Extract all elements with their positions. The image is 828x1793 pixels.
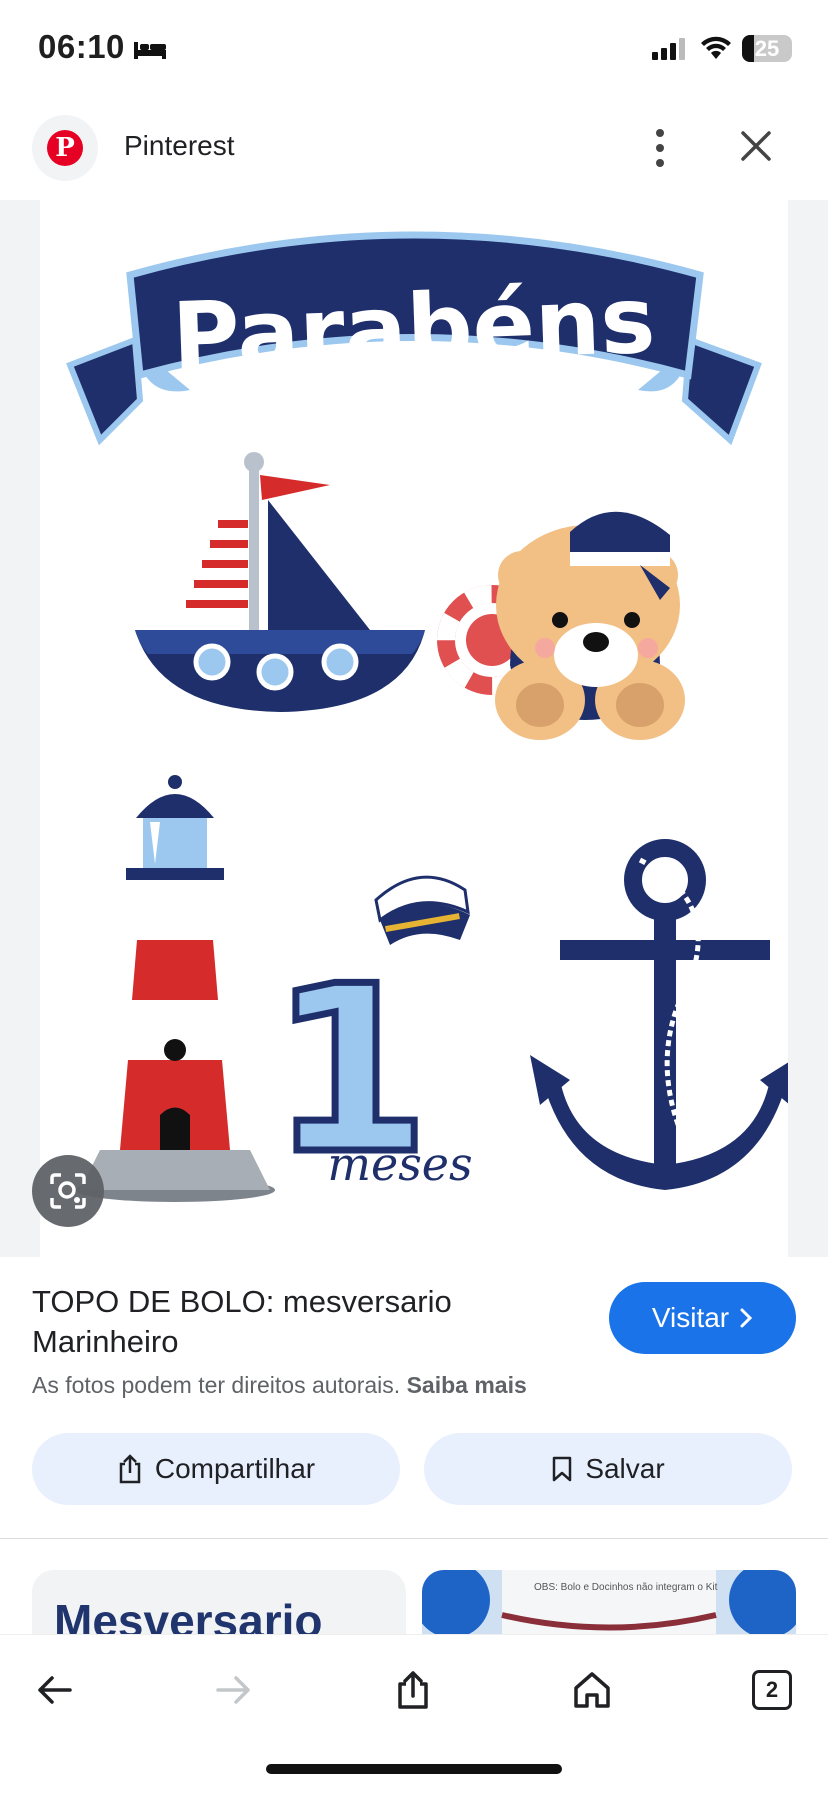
save-label: Salvar — [585, 1453, 665, 1484]
banner-text: Parabéns — [170, 267, 656, 391]
save-button[interactable]: Salvar — [424, 1433, 792, 1505]
sailor-bear — [437, 511, 685, 740]
sleep-focus-icon — [134, 42, 166, 59]
share-icon — [398, 1671, 428, 1709]
status-time: 06:10 — [38, 28, 125, 65]
share-page-button[interactable] — [383, 1660, 443, 1720]
divider — [0, 1538, 828, 1539]
tabs-count: 2 — [752, 1670, 792, 1710]
wifi-icon — [701, 36, 731, 59]
visit-label: Visitar — [651, 1302, 730, 1333]
preview-image[interactable]: Parabéns 1 meses — [40, 200, 788, 1257]
share-label: Compartilhar — [154, 1453, 316, 1484]
home-button[interactable] — [562, 1660, 622, 1720]
copyright-notice: As fotos podem ter direitos autorais. Sa… — [32, 1372, 527, 1399]
sailor-cake-topper-illustration: Parabéns 1 meses — [66, 231, 788, 1209]
chevron-right-icon — [740, 1308, 753, 1328]
visual-search-button[interactable] — [32, 1155, 104, 1227]
result-title[interactable]: TOPO DE BOLO: mesversario Marinheiro — [32, 1282, 562, 1362]
arrow-back-icon — [38, 1676, 72, 1704]
cellular-signal-icon — [652, 38, 685, 60]
share-icon — [119, 1454, 141, 1484]
banner-ribbon: Parabéns — [66, 231, 762, 446]
meses-text: meses — [327, 1137, 472, 1191]
forward-button[interactable] — [204, 1660, 264, 1720]
source-favicon[interactable]: P — [32, 115, 98, 181]
close-icon[interactable] — [740, 130, 772, 162]
home-indicator[interactable] — [266, 1764, 562, 1774]
pinterest-logo-icon: P — [47, 130, 83, 166]
source-name[interactable]: Pinterest — [124, 130, 235, 162]
copyright-text: As fotos podem ter direitos autorais. — [32, 1372, 401, 1398]
share-button[interactable]: Compartilhar — [32, 1433, 400, 1505]
related-thumbnail-2-caption: OBS: Bolo e Docinhos não integram o Kit — [534, 1582, 718, 1593]
arrow-forward-icon — [216, 1676, 250, 1704]
lighthouse — [75, 775, 275, 1202]
anchor — [530, 839, 788, 1190]
lens-icon — [50, 1173, 86, 1209]
number-one-with-hat: 1 meses — [266, 875, 473, 1209]
home-icon — [574, 1672, 610, 1708]
battery-level: 25 — [754, 36, 780, 61]
back-button[interactable] — [24, 1660, 84, 1720]
visit-button[interactable]: Visitar — [609, 1282, 796, 1354]
battery-icon: 25 — [742, 35, 792, 62]
tabs-button[interactable]: 2 — [742, 1660, 802, 1720]
bookmark-icon — [553, 1456, 572, 1482]
learn-more-link[interactable]: Saiba mais — [407, 1372, 527, 1398]
more-options-icon[interactable] — [642, 128, 678, 168]
sailboat — [135, 452, 425, 712]
